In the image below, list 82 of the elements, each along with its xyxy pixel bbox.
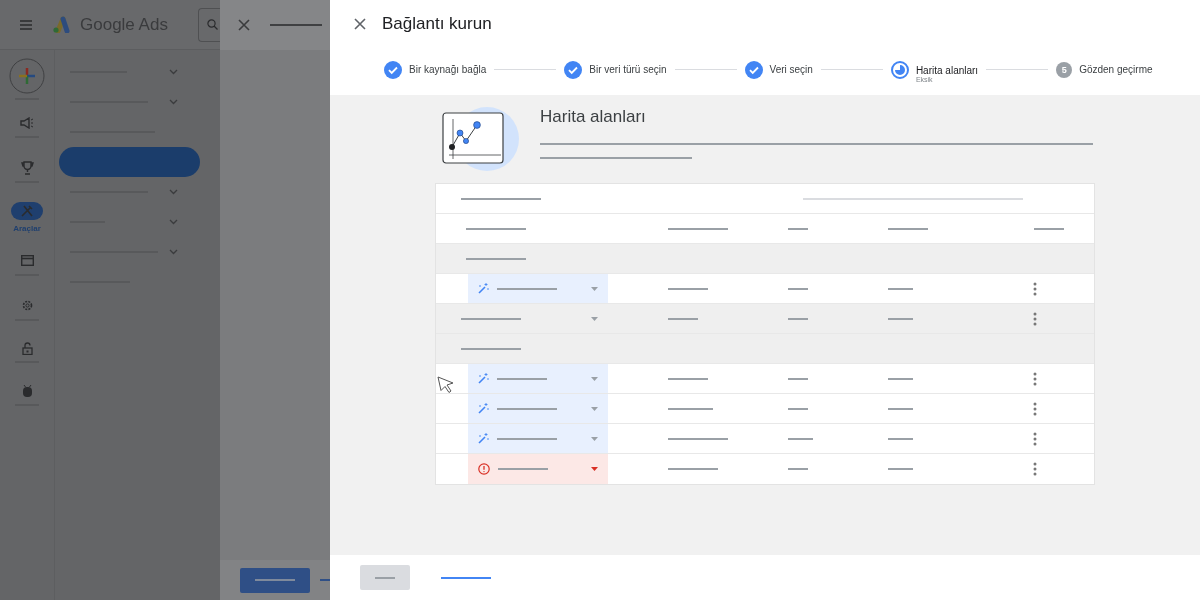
text-placeholder [497,407,557,410]
rail-label: Araçlar [13,223,41,233]
more-options-icon[interactable] [1033,371,1037,386]
credit-card-icon[interactable] [20,255,34,266]
text-placeholder [375,576,395,579]
bug-icon[interactable] [21,383,33,398]
text-placeholder [1034,227,1064,230]
dropdown-caret-icon[interactable] [591,376,598,381]
more-options-icon[interactable] [1033,401,1037,416]
create-plus-icon[interactable] [9,58,45,94]
text-placeholder [788,287,808,290]
text-placeholder [668,377,708,380]
text-placeholder [788,407,808,410]
text-placeholder [497,377,547,380]
nav-item-highlight[interactable] [59,147,200,177]
text-placeholder [888,377,913,380]
text-placeholder [497,287,557,290]
dropdown-caret-icon[interactable] [591,316,598,321]
more-options-icon[interactable] [1033,311,1037,326]
text-placeholder [888,317,913,320]
magic-wand-icon [478,373,489,384]
text-placeholder [668,227,728,230]
text-placeholder [788,317,808,320]
text-placeholder [788,227,808,230]
text-placeholder [888,437,913,440]
close-icon[interactable] [238,19,250,31]
step-label: Harita alanları [915,65,979,76]
step-label: Bir veri türü seçin [589,64,667,75]
chevron-down-icon [169,189,178,195]
magic-wand-icon [478,403,489,414]
trophy-icon[interactable] [20,160,34,175]
step-label: Gözden geçirme [1079,64,1153,75]
text-placeholder [466,227,526,230]
more-options-icon[interactable] [1033,462,1037,476]
section-title: Harita alanları [540,107,647,127]
text-placeholder [497,437,557,440]
text-placeholder [668,407,713,410]
text-placeholder [668,287,708,290]
field-mapping-dropdown[interactable] [468,424,608,453]
magic-wand-icon [478,283,489,294]
text-placeholder [668,437,728,440]
logo-icon [52,16,70,33]
menu-icon[interactable] [20,19,32,30]
next-link[interactable] [441,576,491,579]
chevron-down-icon [169,69,178,75]
lock-icon[interactable] [21,341,33,355]
chevron-down-icon [169,249,178,255]
step-label: Veri seçin [769,64,813,75]
step-number: 5 [1056,61,1073,78]
text-placeholder [461,347,521,350]
text-placeholder [668,317,698,320]
text-placeholder [788,377,808,380]
dropdown-caret-icon[interactable] [591,286,598,291]
primary-button[interactable] [240,567,310,593]
chevron-down-icon [169,99,178,105]
text-placeholder [888,407,913,410]
dropdown-caret-icon[interactable] [591,436,598,441]
step-label: Bir kaynağı bağla [409,64,487,75]
text-placeholder [888,287,913,290]
tools-icon[interactable] [21,204,33,217]
search-icon [206,19,218,30]
field-mapping-dropdown[interactable] [468,454,608,484]
more-options-icon[interactable] [1033,281,1037,296]
magic-wand-icon [478,433,489,444]
settings-icon[interactable] [20,299,34,312]
close-icon[interactable] [354,18,366,30]
text-placeholder [788,437,813,440]
error-icon [478,463,490,475]
text-placeholder [466,257,526,260]
field-mapping-dropdown[interactable] [468,364,608,393]
megaphone-icon[interactable] [20,116,34,129]
dropdown-caret-icon[interactable] [591,406,598,411]
text-placeholder [461,317,521,320]
field-mapping-dropdown[interactable] [468,274,608,303]
field-mapping-dropdown[interactable] [468,394,608,423]
rail-tab-highlight[interactable] [11,201,43,220]
dialog-title: Bağlantı kurun [382,14,492,34]
chevron-down-icon [169,219,178,225]
back-button[interactable] [360,565,410,590]
dropdown-caret-icon[interactable] [591,467,598,471]
text-placeholder [888,227,928,230]
more-options-icon[interactable] [1033,431,1037,446]
